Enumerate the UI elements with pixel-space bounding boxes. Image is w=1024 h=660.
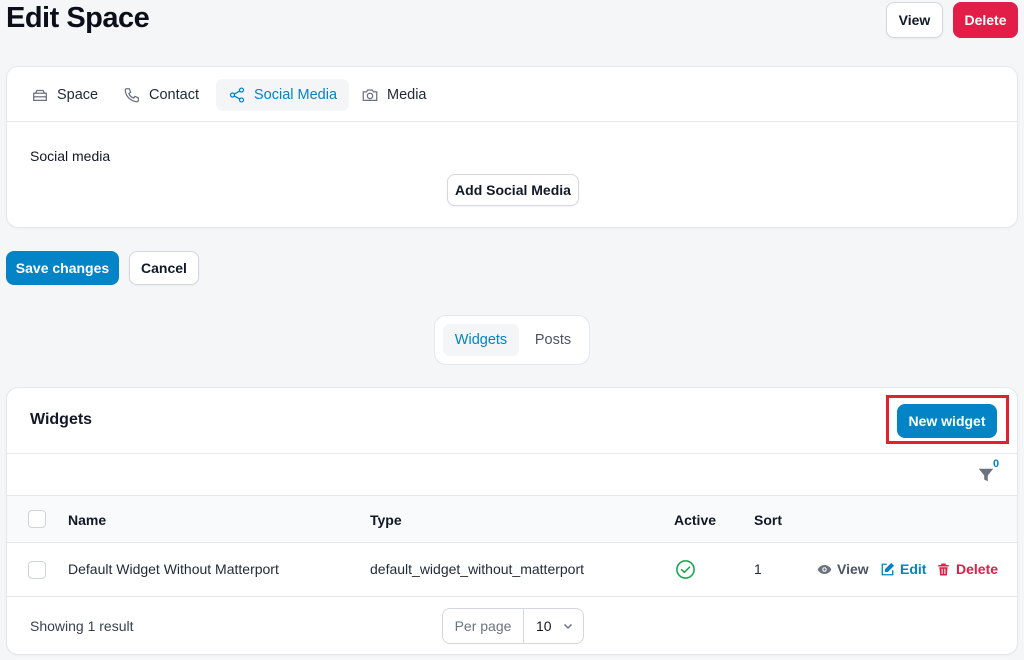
relation-switcher: Widgets Posts [434, 315, 590, 365]
tab-posts[interactable]: Posts [523, 324, 583, 356]
check-circle-icon [676, 560, 695, 579]
camera-icon [362, 89, 378, 102]
space-icon [33, 89, 47, 102]
share-icon [229, 87, 245, 103]
add-social-media-button[interactable]: Add Social Media [447, 174, 579, 206]
tab-media[interactable]: Media [349, 79, 439, 111]
tab-social-media[interactable]: Social Media [216, 79, 350, 111]
row-delete-label: Delete [956, 561, 999, 577]
tab-contact-label: Contact [149, 87, 199, 103]
new-widget-button[interactable]: New widget [897, 404, 997, 438]
per-page-value: 10 [536, 618, 552, 634]
row-edit-label: Edit [900, 561, 927, 577]
chevron-down-icon [563, 623, 572, 630]
page-title: Edit Space [6, 2, 150, 34]
cancel-button[interactable]: Cancel [129, 251, 199, 285]
widgets-title: Widgets [30, 411, 93, 428]
column-header-name[interactable]: Name [68, 512, 106, 528]
social-media-field-label: Social media [30, 148, 111, 164]
phone-icon [124, 88, 139, 103]
column-header-sort[interactable]: Sort [754, 512, 782, 528]
table-header-row: Name Type Active Sort [7, 496, 1017, 543]
widgets-table-header: Widgets New widget [7, 388, 1017, 454]
filter-bar: 0 [7, 454, 1017, 496]
edit-icon [881, 562, 895, 575]
tab-widgets[interactable]: Widgets [443, 324, 519, 356]
row-delete-action[interactable]: Delete [936, 561, 998, 577]
tab-media-label: Media [387, 87, 427, 103]
space-form-card: Space Contact Social Media Media Social … [6, 66, 1018, 228]
column-header-active[interactable]: Active [674, 512, 716, 528]
view-button[interactable]: View [886, 2, 943, 38]
form-tabs: Space Contact Social Media Media [7, 67, 1017, 122]
delete-button[interactable]: Delete [953, 2, 1018, 38]
select-all-checkbox[interactable] [28, 510, 46, 528]
column-header-type[interactable]: Type [370, 512, 402, 528]
trash-icon [938, 563, 949, 575]
tab-contact[interactable]: Contact [111, 79, 211, 111]
tab-space[interactable]: Space [19, 79, 110, 111]
widget-name: Default Widget Without Matterport [68, 561, 279, 577]
per-page-label: Per page [443, 609, 524, 643]
widget-sort: 1 [754, 561, 762, 577]
save-changes-button[interactable]: Save changes [6, 251, 119, 285]
per-page-select[interactable]: 10 [524, 609, 583, 643]
row-checkbox[interactable] [28, 561, 46, 579]
row-edit-action[interactable]: Edit [880, 561, 926, 577]
table-row: Default Widget Without Matterport defaul… [7, 543, 1017, 597]
row-view-label: View [837, 561, 869, 577]
eye-icon [817, 564, 832, 574]
row-view-action[interactable]: View [817, 561, 869, 577]
results-count: Showing 1 result [30, 618, 134, 634]
tab-space-label: Space [57, 87, 99, 103]
tab-social-media-label: Social Media [254, 87, 338, 103]
widgets-table-card: Widgets New widget 0 Name Type Active So… [6, 387, 1018, 655]
filter-count-badge: 0 [993, 458, 1000, 470]
table-footer: Showing 1 result Per page 10 [7, 597, 1017, 654]
widget-type: default_widget_without_matterport [370, 561, 585, 577]
per-page-control: Per page 10 [442, 608, 584, 644]
